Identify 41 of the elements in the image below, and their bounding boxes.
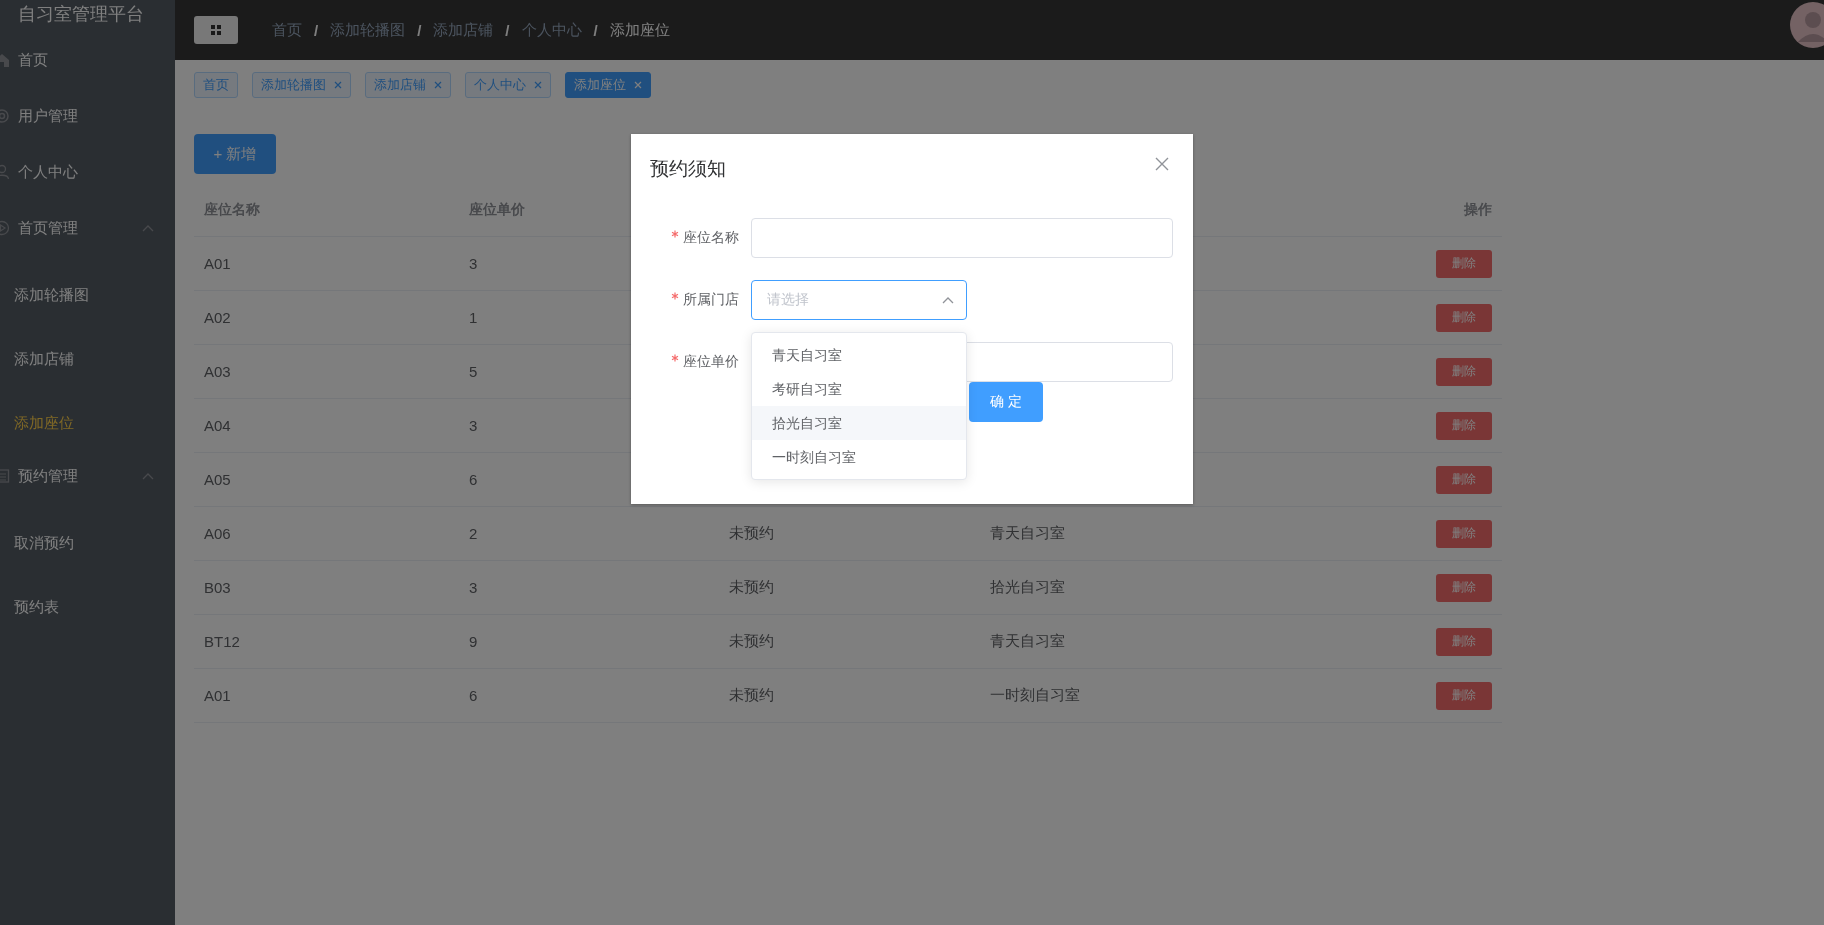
tag-label: 添加轮播图 xyxy=(261,76,326,94)
table-cell-text: 6 xyxy=(468,687,479,704)
table-cell-text: 2 xyxy=(468,525,479,542)
breadcrumb-item: 添加座位 xyxy=(609,20,670,40)
table-cell-text: A01 xyxy=(203,255,232,272)
breadcrumb-separator: / xyxy=(314,21,319,39)
table-cell-text: 5 xyxy=(468,363,479,380)
table-cell-text: 3 xyxy=(468,255,479,272)
breadcrumb-separator: / xyxy=(593,21,598,39)
breadcrumb-separator: / xyxy=(505,21,510,39)
table-cell-text: 一时刻自习室 xyxy=(989,686,1081,705)
table-cell-text: 未预约 xyxy=(728,632,775,651)
field-label: 座位名称 xyxy=(683,229,739,245)
table-cell-text: 未预约 xyxy=(728,578,775,597)
table-cell-text: A04 xyxy=(203,417,232,434)
table-cell-text: 青天自习室 xyxy=(989,632,1066,651)
table-cell-text: BT12 xyxy=(203,633,241,650)
table-cell-text: 1 xyxy=(468,309,479,326)
table-cell-text: A01 xyxy=(203,687,232,704)
table-cell-text: 未预约 xyxy=(728,686,775,705)
table-cell-text: A05 xyxy=(203,471,232,488)
table-cell-text: 3 xyxy=(468,417,479,434)
table-cell-text: 9 xyxy=(468,633,479,650)
table-cell-text: B03 xyxy=(203,579,232,596)
table-cell-text: 拾光自习室 xyxy=(989,578,1066,597)
dialog-title: 预约须知 xyxy=(650,157,726,181)
table-cell-text: 3 xyxy=(468,579,479,596)
app-title: 自习室管理平台 xyxy=(17,3,145,26)
table-cell-text: A02 xyxy=(203,309,232,326)
field-label: 座位单价 xyxy=(683,353,739,369)
table-cell-text: 青天自习室 xyxy=(989,524,1066,543)
field-label: 所属门店 xyxy=(683,291,739,307)
tag-label: 添加店铺 xyxy=(374,76,426,94)
tag-label: 首页 xyxy=(203,76,229,94)
tag-label: 添加座位 xyxy=(574,76,626,94)
table-cell-text: 6 xyxy=(468,471,479,488)
breadcrumb-separator: / xyxy=(417,21,422,39)
table-cell-text: A06 xyxy=(203,525,232,542)
table-cell-text: A03 xyxy=(203,363,232,380)
tag-label: 个人中心 xyxy=(474,76,526,94)
table-cell-text: 未预约 xyxy=(728,524,775,543)
